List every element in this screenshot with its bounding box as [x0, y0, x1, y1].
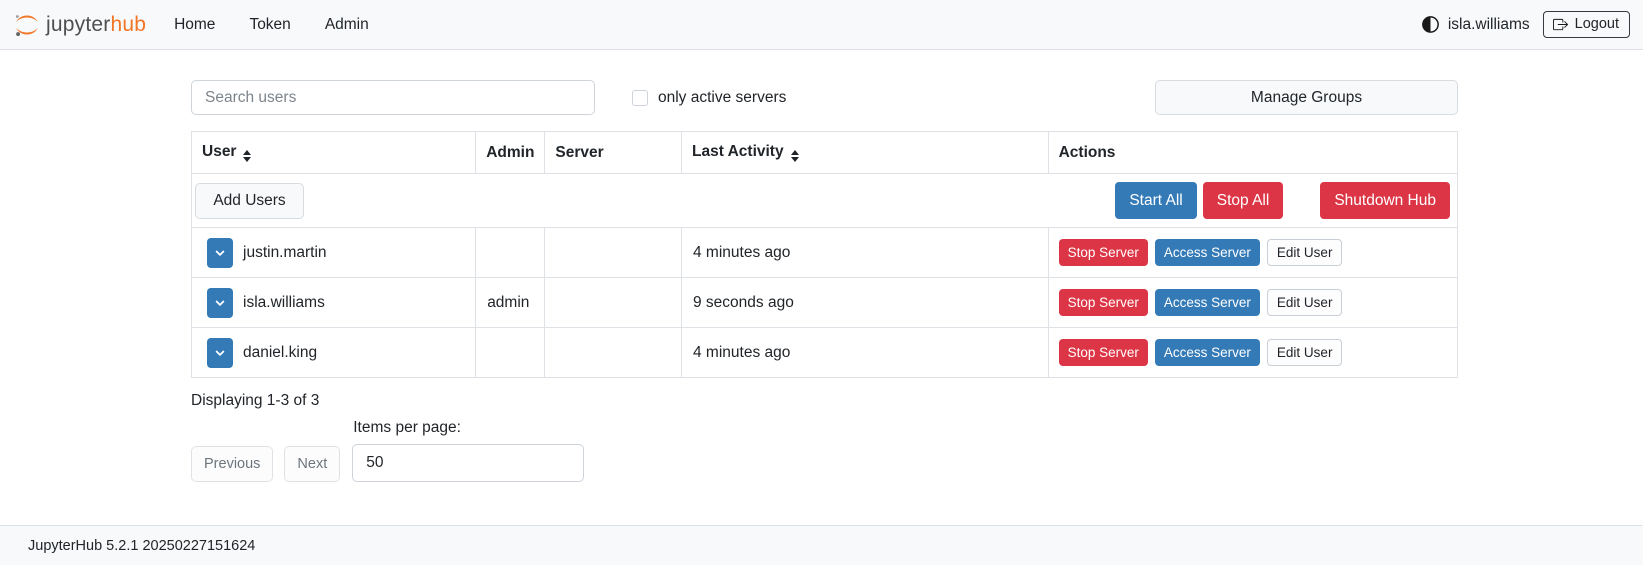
jupyterhub-logo[interactable]: jupyterhub — [13, 11, 146, 39]
pagination-summary: Displaying 1-3 of 3 — [191, 392, 1458, 410]
column-header-admin: Admin — [476, 132, 545, 174]
stop-server-button[interactable]: Stop Server — [1059, 339, 1148, 366]
username-label: isla.williams — [1448, 16, 1530, 34]
toolbar: only active servers Manage Groups — [191, 80, 1458, 115]
user-name: justin.martin — [243, 244, 327, 262]
table-row: daniel.king 4 minutes ago Stop Server Ac… — [192, 328, 1458, 378]
nav-item-token[interactable]: Token — [249, 16, 290, 34]
users-table: User Admin Server Last Activity Actions … — [191, 131, 1458, 378]
last-activity-cell: 9 seconds ago — [682, 278, 1049, 328]
next-page-button[interactable]: Next — [284, 446, 340, 482]
access-server-button[interactable]: Access Server — [1155, 289, 1260, 316]
user-dropdown-toggle[interactable] — [207, 338, 233, 368]
last-activity-cell: 4 minutes ago — [682, 328, 1049, 378]
admin-cell — [476, 228, 545, 278]
chevron-down-icon — [214, 247, 226, 259]
server-cell — [545, 328, 682, 378]
brand-hub: hub — [110, 13, 146, 36]
column-header-last-activity-label: Last Activity — [692, 143, 784, 160]
column-header-actions: Actions — [1048, 132, 1457, 174]
admin-cell — [476, 328, 545, 378]
table-header-row: User Admin Server Last Activity Actions — [192, 132, 1458, 174]
logout-icon — [1553, 17, 1568, 32]
manage-groups-button[interactable]: Manage Groups — [1155, 80, 1458, 115]
sort-icon — [791, 150, 799, 162]
admin-panel: only active servers Manage Groups User A… — [0, 80, 1643, 482]
theme-toggle-icon[interactable] — [1422, 16, 1439, 33]
items-per-page: Items per page: — [352, 419, 584, 482]
version-text: JupyterHub 5.2.1 20250227151624 — [28, 538, 255, 554]
admin-cell: admin — [476, 278, 545, 328]
sort-icon — [243, 150, 251, 162]
column-header-user[interactable]: User — [192, 132, 476, 174]
brand-jupyter: jupyter — [46, 13, 110, 36]
search-input[interactable] — [191, 80, 595, 115]
previous-page-button[interactable]: Previous — [191, 446, 273, 482]
user-dropdown-toggle[interactable] — [207, 288, 233, 318]
nav-item-home[interactable]: Home — [174, 16, 215, 34]
start-all-button[interactable]: Start All — [1115, 182, 1196, 219]
server-cell — [545, 278, 682, 328]
only-active-checkbox[interactable] — [632, 90, 648, 106]
user-name: daniel.king — [243, 344, 317, 362]
add-users-button[interactable]: Add Users — [195, 183, 304, 219]
edit-user-button[interactable]: Edit User — [1267, 339, 1343, 366]
stop-server-button[interactable]: Stop Server — [1059, 289, 1148, 316]
last-activity-cell: 4 minutes ago — [682, 228, 1049, 278]
items-per-page-label: Items per page: — [353, 419, 584, 437]
logout-label: Logout — [1575, 16, 1619, 32]
column-header-user-label: User — [202, 143, 236, 160]
stop-all-button[interactable]: Stop All — [1203, 182, 1284, 219]
pagination-buttons: Previous Next — [191, 446, 340, 482]
shutdown-hub-button[interactable]: Shutdown Hub — [1320, 182, 1450, 219]
table-controls-row: Add Users Start All Stop All Shutdown Hu… — [192, 174, 1458, 228]
access-server-button[interactable]: Access Server — [1155, 339, 1260, 366]
edit-user-button[interactable]: Edit User — [1267, 239, 1343, 266]
table-row: isla.williams admin 9 seconds ago Stop S… — [192, 278, 1458, 328]
column-header-server: Server — [545, 132, 682, 174]
items-per-page-input[interactable] — [352, 444, 584, 482]
access-server-button[interactable]: Access Server — [1155, 239, 1260, 266]
user-name: isla.williams — [243, 294, 325, 312]
logout-button[interactable]: Logout — [1543, 11, 1630, 38]
bulk-actions: Start All Stop All Shutdown Hub — [1115, 182, 1450, 219]
server-cell — [545, 228, 682, 278]
chevron-down-icon — [214, 297, 226, 309]
nav-links: Home Token Admin — [174, 16, 369, 34]
stop-server-button[interactable]: Stop Server — [1059, 239, 1148, 266]
chevron-down-icon — [214, 347, 226, 359]
footer: JupyterHub 5.2.1 20250227151624 — [0, 525, 1643, 565]
pagination-controls: Previous Next Items per page: — [191, 419, 1458, 482]
edit-user-button[interactable]: Edit User — [1267, 289, 1343, 316]
column-header-last-activity[interactable]: Last Activity — [682, 132, 1049, 174]
jupyter-logo-icon — [13, 11, 41, 39]
only-active-label: only active servers — [658, 89, 786, 107]
navbar-right: isla.williams Logout — [1422, 11, 1630, 38]
user-dropdown-toggle[interactable] — [207, 238, 233, 268]
navbar: jupyterhub Home Token Admin isla.william… — [0, 0, 1643, 50]
nav-item-admin[interactable]: Admin — [325, 16, 369, 34]
brand-text: jupyterhub — [46, 13, 146, 37]
table-row: justin.martin 4 minutes ago Stop Server … — [192, 228, 1458, 278]
